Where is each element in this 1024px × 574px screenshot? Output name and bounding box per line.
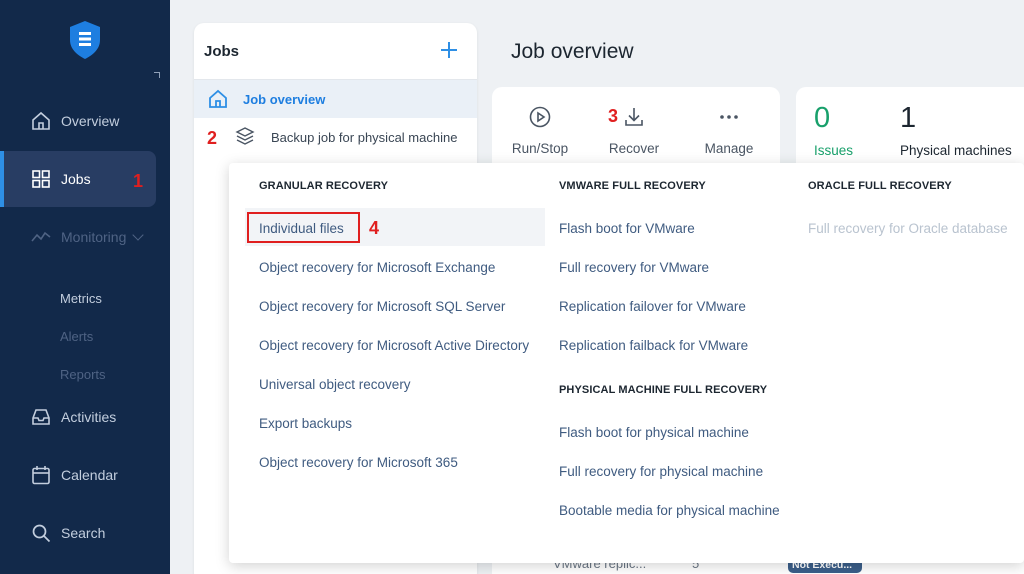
sidebar-item-label: Monitoring — [61, 229, 127, 245]
sidebar-item-label: Activities — [61, 409, 117, 425]
sidebar-item-search[interactable]: Search — [0, 505, 156, 561]
play-circle-icon — [529, 106, 551, 128]
menu-item-full-recovery-vmware[interactable]: Full recovery for VMware — [559, 260, 709, 275]
inbox-icon — [32, 409, 50, 425]
home-icon — [32, 111, 50, 130]
menu-item-microsoft-365[interactable]: Object recovery for Microsoft 365 — [259, 455, 458, 470]
download-icon — [625, 108, 643, 126]
menu-item-oracle-database: Full recovery for Oracle database — [808, 221, 1008, 236]
sidebar-subitem-alerts[interactable]: Alerts — [60, 329, 93, 344]
annotation-1: 1 — [133, 171, 144, 191]
menu-item-exchange[interactable]: Object recovery for Microsoft Exchange — [259, 260, 495, 275]
manage-button[interactable]: Manage — [689, 105, 769, 156]
grid-icon — [32, 170, 50, 188]
vmware-recovery-heading: VMWARE FULL RECOVERY — [559, 180, 706, 192]
sidebar-item-monitoring[interactable]: Monitoring — [0, 209, 156, 265]
sidebar-subitem-reports[interactable]: Reports — [60, 367, 106, 382]
search-icon — [32, 524, 51, 543]
sidebar-item-label: Jobs — [61, 171, 91, 187]
sidebar-item-calendar[interactable]: Calendar — [0, 447, 156, 503]
page-title: Job overview — [511, 40, 634, 63]
job-row-label: Job overview — [243, 91, 326, 107]
sidebar-item-label: Search — [61, 525, 106, 541]
sidebar: Overview Jobs 1 Monitoring Metrics Alert… — [0, 0, 170, 574]
sidebar-item-label: Calendar — [61, 467, 118, 483]
recover-label: Recover — [608, 141, 660, 156]
run-stop-button[interactable]: Run/Stop — [500, 105, 580, 156]
annotation-2: 2 — [207, 128, 218, 148]
menu-item-sql-server[interactable]: Object recovery for Microsoft SQL Server — [259, 299, 505, 314]
more-icon — [720, 115, 738, 119]
sidebar-item-label: Overview — [61, 113, 120, 129]
annotation-4: 4 — [369, 218, 380, 238]
add-job-button[interactable] — [438, 39, 460, 61]
menu-item-export-backups[interactable]: Export backups — [259, 416, 352, 431]
home-icon — [209, 89, 227, 108]
physical-machines-label: Physical machines — [900, 143, 1012, 158]
menu-item-replication-failback[interactable]: Replication failback for VMware — [559, 338, 748, 353]
calendar-icon — [32, 466, 50, 485]
issues-label[interactable]: Issues — [814, 143, 853, 158]
job-row-label: Backup job for physical machine — [271, 129, 458, 145]
menu-item-bootable-media[interactable]: Bootable media for physical machine — [559, 503, 780, 518]
shield-logo-icon[interactable] — [68, 20, 102, 60]
job-row-backup-physical[interactable]: Backup job for physical machine — [194, 118, 477, 156]
oracle-recovery-heading: ORACLE FULL RECOVERY — [808, 180, 952, 192]
granular-recovery-heading: GRANULAR RECOVERY — [259, 180, 389, 192]
physical-machines-count: 1 — [900, 102, 917, 134]
chart-line-icon — [31, 231, 51, 242]
chevron-down-icon — [132, 229, 145, 241]
jobs-panel-title: Jobs — [204, 43, 240, 60]
menu-item-full-recovery-physical[interactable]: Full recovery for physical machine — [559, 464, 763, 479]
sidebar-subitem-metrics[interactable]: Metrics — [60, 291, 102, 306]
job-row-overview[interactable]: Job overview — [194, 80, 477, 118]
physical-recovery-heading: PHYSICAL MACHINE FULL RECOVERY — [559, 384, 768, 396]
layers-icon — [235, 127, 255, 145]
menu-item-universal-object[interactable]: Universal object recovery — [259, 377, 411, 392]
menu-item-active-directory[interactable]: Object recovery for Microsoft Active Dir… — [259, 338, 529, 353]
manage-label: Manage — [704, 141, 754, 156]
annotation-3: 3 — [608, 106, 619, 126]
menu-item-flash-boot-physical[interactable]: Flash boot for physical machine — [559, 425, 749, 440]
issues-count: 0 — [814, 102, 831, 134]
highlight-box-individual-files — [247, 212, 360, 243]
run-stop-label: Run/Stop — [511, 141, 569, 156]
collapse-sidebar-icon[interactable] — [154, 72, 160, 78]
sidebar-item-activities[interactable]: Activities — [0, 389, 156, 445]
sidebar-item-overview[interactable]: Overview — [0, 93, 156, 149]
menu-item-flash-boot-vmware[interactable]: Flash boot for VMware — [559, 221, 695, 236]
menu-item-replication-failover[interactable]: Replication failover for VMware — [559, 299, 746, 314]
recover-button[interactable]: Recover — [594, 105, 674, 156]
